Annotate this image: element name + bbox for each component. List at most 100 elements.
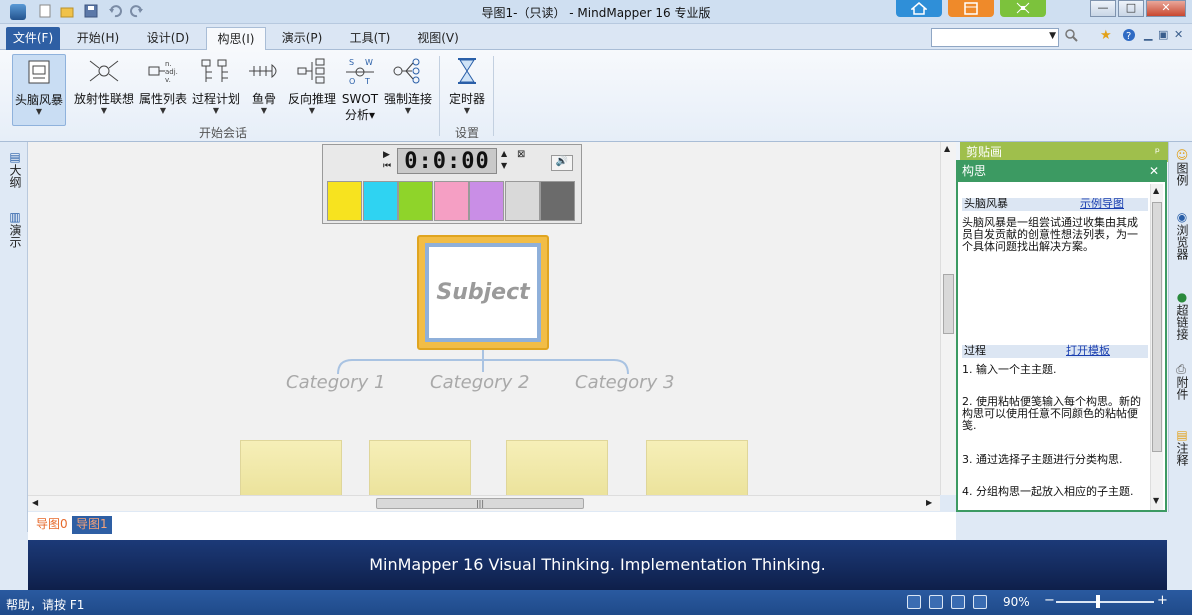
open-template-link[interactable]: 打开模板 <box>1066 345 1110 357</box>
status-bar: 帮助，请按 F1 90% − + <box>0 590 1192 615</box>
scroll-right-icon[interactable]: ▶ <box>926 498 932 507</box>
category-topic-3[interactable]: Category 3 <box>575 372 674 393</box>
sticky-note[interactable] <box>240 440 342 495</box>
zoom-fit-icon[interactable] <box>907 595 921 609</box>
page-view-icon[interactable] <box>951 595 965 609</box>
search-icon[interactable] <box>1064 28 1078 46</box>
reverse-reasoning-icon <box>294 56 330 86</box>
title-bar: 导图1-（只读） - MindMapper 16 专业版 — □ ✕ <box>0 0 1192 24</box>
reverse-reasoning-button[interactable]: 反向推理 ▼ <box>286 54 338 126</box>
scroll-up-icon[interactable]: ▲ <box>1153 186 1159 195</box>
fishbone-icon <box>246 56 282 86</box>
main-topic-label: Subject <box>425 243 541 342</box>
canvas-horizontal-scrollbar[interactable]: ◀ ||| ▶ <box>28 495 940 511</box>
search-field[interactable]: ▼ <box>931 28 1059 47</box>
scroll-left-icon[interactable]: ◀ <box>32 498 38 507</box>
screen-view-icon[interactable] <box>929 595 943 609</box>
radial-association-button[interactable]: 放射性联想 ▼ <box>72 54 136 126</box>
idea-panel-scrollbar[interactable]: ▲ ▼ <box>1150 184 1163 510</box>
maximize-button[interactable]: □ <box>1118 0 1144 17</box>
forced-connection-icon <box>390 56 426 86</box>
mindmap-canvas[interactable]: ▶ ⏮ 0:0:00 ▲ ▼ ⊠ 🔊 Subject Category 1 Ca… <box>28 142 956 495</box>
tab-tools[interactable]: 工具(T) <box>344 27 396 50</box>
brainstorm-description: 头脑风暴是一组尝试通过收集由其成员自发贡献的创意性想法列表，为一个具体问题找出解… <box>962 216 1138 253</box>
zoom-slider[interactable] <box>1056 601 1154 603</box>
tab-home[interactable]: 开始(H) <box>70 27 126 50</box>
ribbon-separator <box>439 56 440 136</box>
main-topic[interactable]: Subject <box>417 235 549 350</box>
zoom-100-icon[interactable] <box>973 595 987 609</box>
category-topic-2[interactable]: Category 2 <box>430 372 529 393</box>
tab-design[interactable]: 设计(D) <box>140 27 196 50</box>
ribbon-close-icon[interactable]: ✕ <box>1174 28 1183 41</box>
sticky-note[interactable] <box>646 440 748 495</box>
canvas-vertical-scrollbar[interactable]: ▲ <box>940 142 956 495</box>
ribbon-toolbar: 头脑风暴 ▼ 放射性联想 ▼ n. adj. v. 属性列表 ▼ 过程计划 ▼ 鱼骨… <box>0 50 1192 142</box>
attachment-icon: ⎙ <box>1175 364 1189 376</box>
zoom-level: 90% <box>1003 595 1030 609</box>
notes-tab[interactable]: ▤注释 <box>1173 428 1191 466</box>
timer-button[interactable]: 定时器 ▼ <box>446 54 488 126</box>
dropdown-arrow-icon: ▼ <box>260 106 268 115</box>
ribbon-minimize-icon[interactable]: ▁ <box>1144 28 1152 41</box>
zoom-in-icon[interactable]: + <box>1157 593 1168 608</box>
map-tab-1[interactable]: 导图1 <box>72 516 112 534</box>
dropdown-arrow-icon: ▼ <box>404 106 412 115</box>
svg-text:adj.: adj. <box>165 68 178 76</box>
ribbon-restore-icon[interactable]: ▣ <box>1158 28 1168 41</box>
process-step: 4. 分组构思一起放入相应的子主题. <box>962 485 1134 498</box>
fishbone-button[interactable]: 鱼骨 ▼ <box>246 54 282 126</box>
home-nav-button[interactable] <box>896 0 942 17</box>
help-icon[interactable]: ? <box>1122 28 1136 46</box>
forced-connection-button[interactable]: 强制连接 ▼ <box>382 54 434 126</box>
dropdown-arrow-icon: ▼ <box>35 107 43 116</box>
file-menu[interactable]: 文件(F) <box>6 27 60 50</box>
brainstorm-icon <box>21 57 57 87</box>
process-step: 2. 使用粘帖便笺输入每个构思。新的构思可以使用任意不同颜色的粘帖便笺. <box>962 395 1141 432</box>
notes-icon: ▤ <box>1175 428 1189 442</box>
search-input[interactable] <box>932 29 1044 46</box>
dropdown-arrow-icon: ▼ <box>308 106 316 115</box>
attribute-list-button[interactable]: n. adj. v. 属性列表 ▼ <box>138 54 188 126</box>
close-icon[interactable]: ✕ <box>1149 162 1159 181</box>
legend-icon: ☺ <box>1175 148 1189 162</box>
star-icon[interactable]: ★ <box>1100 28 1112 43</box>
dropdown-arrow-icon[interactable]: ▼ <box>1049 31 1056 41</box>
tab-presentation[interactable]: 演示(P) <box>276 27 328 50</box>
category-topic-1[interactable]: Category 1 <box>286 372 385 393</box>
calendar-nav-button[interactable] <box>948 0 994 17</box>
attribute-list-icon: n. adj. v. <box>145 56 181 86</box>
close-button[interactable]: ✕ <box>1146 0 1186 17</box>
dropdown-arrow-icon: ▼ <box>463 106 471 115</box>
tab-view[interactable]: 视图(V) <box>410 27 466 50</box>
browser-icon: ◉ <box>1175 210 1189 224</box>
mindmap-nav-button[interactable] <box>1000 0 1046 17</box>
pin-icon[interactable]: ᵖ <box>1155 142 1160 162</box>
sticky-note[interactable] <box>506 440 608 495</box>
vertical-scroll-thumb[interactable] <box>943 274 954 334</box>
svg-text:W: W <box>365 58 373 67</box>
legend-tab[interactable]: ☺图例 <box>1173 148 1191 186</box>
outline-tab[interactable]: ▤大纲 <box>4 150 24 188</box>
attachment-tab[interactable]: ⎙附件 <box>1173 364 1191 400</box>
right-side-panel: 剪贴画 ᵖ 构思 ✕ 头脑风暴 示例导图 头脑风暴是一组尝试通过收集由其成员自发… <box>956 142 1168 512</box>
scroll-down-icon[interactable]: ▼ <box>1153 496 1159 505</box>
sticky-note[interactable] <box>369 440 471 495</box>
scroll-up-icon[interactable]: ▲ <box>944 144 950 153</box>
brainstorm-button[interactable]: 头脑风暴 ▼ <box>12 54 66 126</box>
swot-analysis-button[interactable]: SWOT SWOT 分析▾ <box>341 54 379 126</box>
promo-banner: MinMapper 16 Visual Thinking. Implementa… <box>28 540 1167 590</box>
map-tab-0[interactable]: 导图0 <box>32 516 72 534</box>
zoom-out-icon[interactable]: − <box>1044 593 1055 608</box>
hyperlink-tab[interactable]: ●超链接 <box>1173 290 1191 340</box>
presentation-tab[interactable]: ▥演示 <box>4 210 24 248</box>
clipboard-header: 剪贴画 ᵖ <box>960 142 1168 162</box>
sample-map-link[interactable]: 示例导图 <box>1080 198 1124 210</box>
tab-ideas[interactable]: 构思(I) <box>206 27 266 50</box>
process-plan-button[interactable]: 过程计划 ▼ <box>191 54 241 126</box>
horizontal-scroll-thumb[interactable]: ||| <box>376 498 584 509</box>
idea-scroll-thumb[interactable] <box>1152 202 1162 452</box>
minimize-button[interactable]: — <box>1090 0 1116 17</box>
zoom-slider-thumb[interactable] <box>1096 595 1100 608</box>
browser-tab[interactable]: ◉浏览器 <box>1173 210 1191 260</box>
